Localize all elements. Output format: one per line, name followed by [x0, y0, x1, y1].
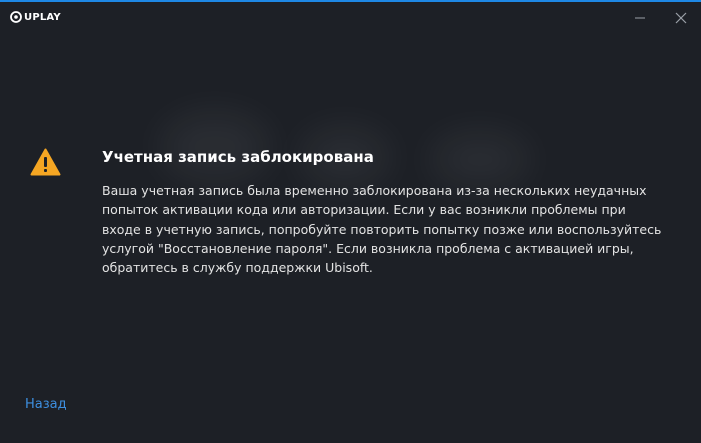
title-bar[interactable]: UPLAY — [0, 2, 701, 36]
warning-icon — [30, 148, 61, 176]
dialog-message: Ваша учетная запись была временно заблок… — [102, 183, 662, 276]
back-link[interactable]: Назад — [25, 397, 67, 412]
background-blur — [160, 112, 270, 182]
minimize-button[interactable] — [630, 8, 650, 28]
uplay-window: UPLAY Учетная запись заблокирована Ваша … — [0, 0, 701, 443]
uplay-logo-icon — [10, 11, 22, 23]
close-button[interactable] — [671, 8, 691, 28]
dialog-title: Учетная запись заблокирована — [102, 148, 374, 166]
background-blur — [430, 132, 530, 187]
uplay-logo: UPLAY — [10, 10, 61, 24]
minimize-icon — [635, 17, 645, 19]
close-icon — [675, 12, 687, 24]
logo-text: UPLAY — [24, 11, 61, 23]
